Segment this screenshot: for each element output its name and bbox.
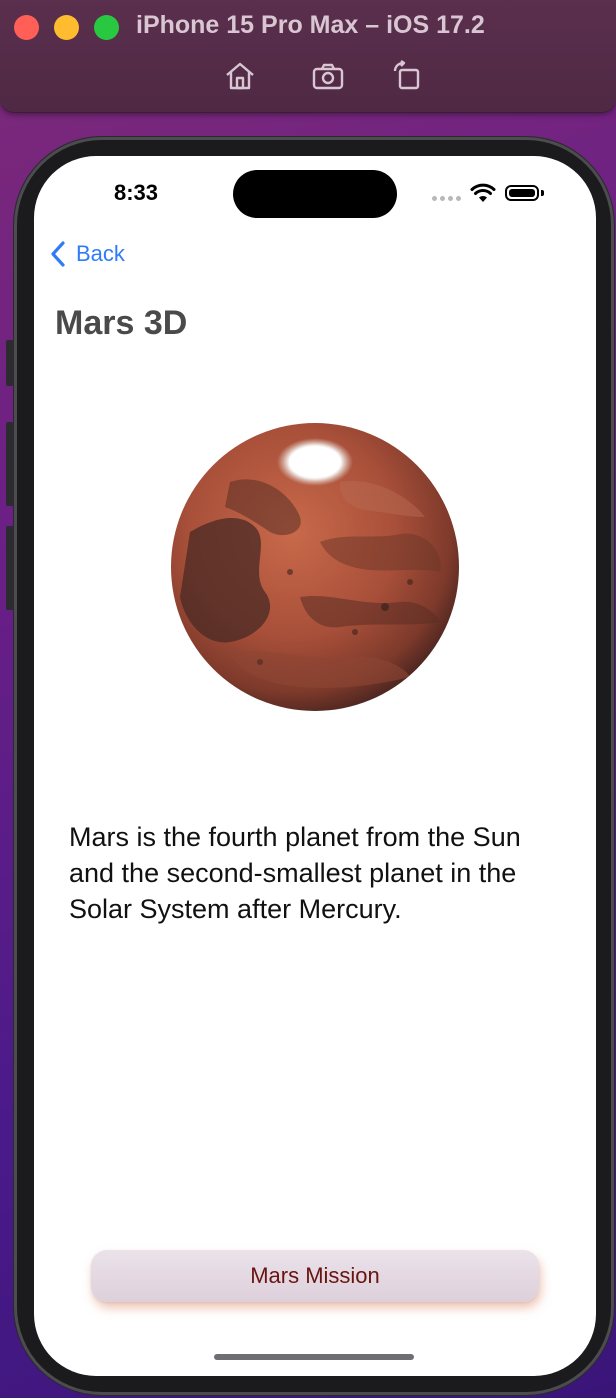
simulator-title-bar: iPhone 15 Pro Max – iOS 17.2 <box>0 0 616 113</box>
home-icon[interactable] <box>223 60 257 92</box>
action-button <box>6 340 14 386</box>
page-title: Mars 3D <box>55 304 188 342</box>
screenshot-icon[interactable] <box>311 60 345 92</box>
minimize-window-button[interactable] <box>54 15 79 40</box>
mars-mission-button[interactable]: Mars Mission <box>91 1250 539 1302</box>
app-screen: 8:33 Back Mars 3D Mars is the fourth pla… <box>34 156 596 1376</box>
dynamic-island <box>233 170 397 218</box>
cellular-dots-icon <box>432 196 461 201</box>
wifi-icon <box>470 183 496 202</box>
back-label: Back <box>76 241 125 266</box>
mars-globe-icon[interactable] <box>170 422 460 712</box>
chevron-left-icon <box>51 241 65 267</box>
back-button[interactable]: Back <box>48 238 125 270</box>
window-title: iPhone 15 Pro Max – iOS 17.2 <box>136 11 485 39</box>
volume-up-button <box>6 422 14 506</box>
close-window-button[interactable] <box>14 15 39 40</box>
battery-tip <box>541 190 544 196</box>
status-time: 8:33 <box>114 180 159 205</box>
zoom-window-button[interactable] <box>94 15 119 40</box>
volume-down-button <box>6 526 14 610</box>
rotate-icon[interactable] <box>391 60 425 92</box>
battery-icon <box>505 185 539 201</box>
home-indicator[interactable] <box>214 1354 414 1360</box>
planet-description: Mars is the fourth planet from the Sun a… <box>69 822 521 924</box>
